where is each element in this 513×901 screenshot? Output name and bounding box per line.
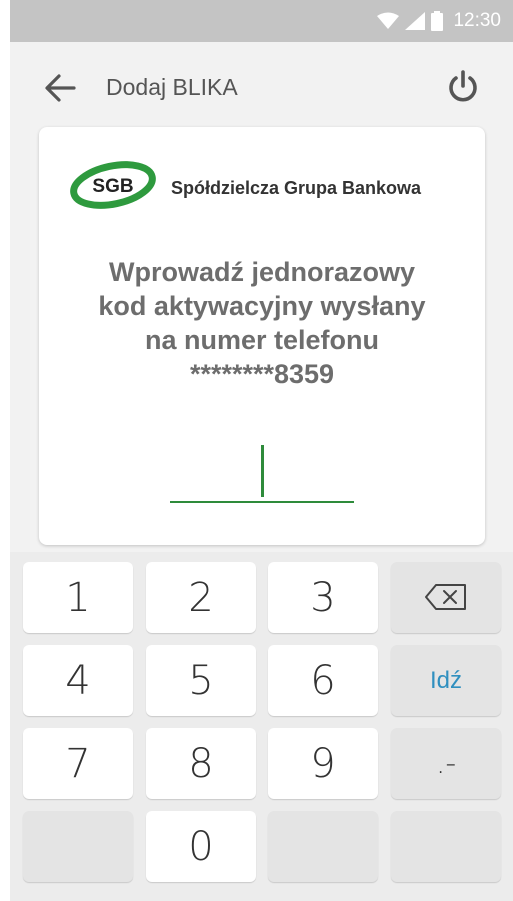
key-0[interactable]: 0 [146, 811, 256, 882]
battery-icon [431, 11, 444, 31]
wifi-icon [377, 12, 400, 30]
go-key[interactable]: Idź [391, 645, 501, 716]
blank-key [23, 811, 133, 882]
page-title: Dodaj BLIKA [106, 74, 238, 100]
key-9[interactable]: 9 [268, 728, 378, 799]
prompt-line: na numer telefonu [144, 325, 380, 355]
text-cursor [261, 445, 264, 497]
key-6[interactable]: 6 [268, 645, 378, 716]
blank-key [391, 811, 501, 882]
back-arrow-icon[interactable] [42, 70, 78, 106]
prompt-line: Wprowadź jednorazowy [108, 257, 416, 287]
signal-icon [405, 12, 426, 30]
masked-phone-number: ********8359 [189, 359, 335, 389]
key-1[interactable]: 1 [23, 562, 133, 633]
status-bar: 12:30 [10, 0, 513, 42]
key-8[interactable]: 8 [146, 728, 256, 799]
symbols-key[interactable]: .- [391, 728, 501, 799]
key-5[interactable]: 5 [146, 645, 256, 716]
key-7[interactable]: 7 [23, 728, 133, 799]
status-time: 12:30 [453, 10, 501, 31]
backspace-key[interactable] [391, 562, 501, 633]
backspace-icon [424, 575, 468, 621]
key-3[interactable]: 3 [268, 562, 378, 633]
activation-prompt: Wprowadź jednorazowy kod aktywacyjny wys… [49, 255, 475, 391]
key-2[interactable]: 2 [146, 562, 256, 633]
blank-key [268, 811, 378, 882]
key-4[interactable]: 4 [23, 645, 133, 716]
sgb-logo: SGB [69, 155, 161, 215]
app-bar: Dodaj BLIKA [10, 42, 513, 132]
phone-screen: 12:30 Dodaj BLIKA SGB Spółdzielcza Grupa… [10, 0, 513, 901]
activation-card: SGB Spółdzielcza Grupa Bankowa Wprowadź … [39, 127, 485, 545]
power-icon[interactable] [444, 68, 482, 106]
prompt-line: kod aktywacyjny wysłany [98, 291, 426, 321]
svg-text:SGB: SGB [92, 176, 133, 197]
bank-name: Spółdzielcza Grupa Bankowa [171, 178, 422, 198]
numeric-keyboard: 1 2 3 4 5 6 Idź 7 8 9 .- 0 [10, 552, 513, 901]
